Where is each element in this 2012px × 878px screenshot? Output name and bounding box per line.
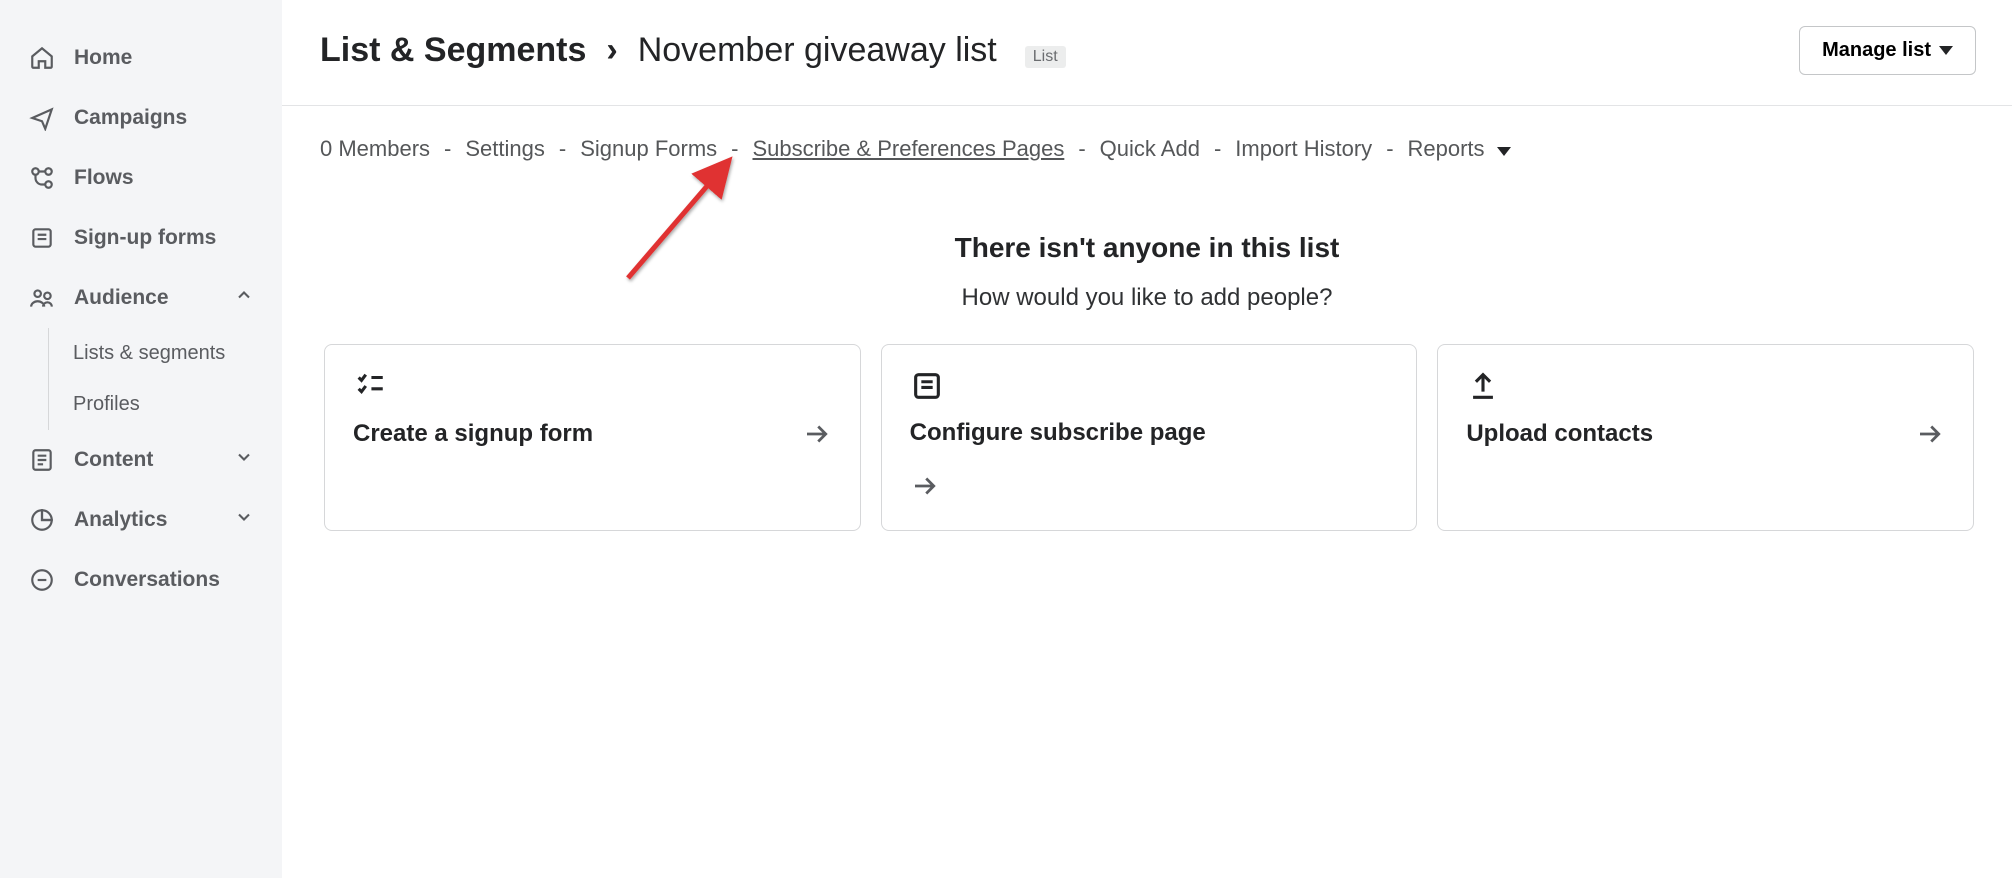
sidebar-item-lists-segments[interactable]: Lists & segments (49, 328, 282, 379)
sidebar-item-campaigns[interactable]: Campaigns (0, 88, 282, 148)
tab-separator: - (444, 136, 451, 162)
list-tabs: 0 Members - Settings - Signup Forms - Su… (282, 106, 2012, 162)
sidebar-item-label: Flows (74, 166, 134, 190)
content-icon (28, 446, 56, 474)
card-title: Configure subscribe page (910, 419, 1206, 446)
sidebar-item-label: Content (74, 448, 153, 472)
send-icon (28, 104, 56, 132)
card-upload-contacts[interactable]: Upload contacts (1437, 344, 1974, 531)
sidebar-item-label: Sign-up forms (74, 226, 216, 250)
caret-down-icon (1497, 147, 1511, 156)
tab-separator: - (1386, 136, 1393, 162)
upload-icon (1466, 369, 1500, 403)
page-header: List & Segments › November giveaway list… (282, 0, 2012, 106)
sidebar-item-label: Campaigns (74, 106, 187, 130)
sidebar-item-conversations[interactable]: Conversations (0, 550, 282, 610)
sidebar-item-audience[interactable]: Audience (0, 268, 282, 328)
manage-list-label: Manage list (1822, 39, 1931, 62)
tab-reports-label: Reports (1408, 136, 1485, 161)
tab-separator: - (559, 136, 566, 162)
sidebar-item-label: Lists & segments (73, 342, 225, 364)
sidebar-item-label: Audience (74, 286, 169, 310)
empty-state-title: There isn't anyone in this list (320, 232, 1974, 264)
flows-icon (28, 164, 56, 192)
breadcrumb-separator: › (606, 31, 617, 70)
breadcrumb: List & Segments › November giveaway list… (320, 31, 1066, 70)
analytics-icon (28, 506, 56, 534)
manage-list-button[interactable]: Manage list (1799, 26, 1976, 75)
chevron-up-icon (234, 285, 254, 311)
action-cards: Create a signup form Configure subscribe… (282, 312, 2012, 531)
chevron-down-icon (234, 447, 254, 473)
checklist-icon (353, 369, 387, 403)
sidebar-item-content[interactable]: Content (0, 430, 282, 490)
sidebar-item-label: Conversations (74, 568, 220, 592)
card-title: Upload contacts (1466, 420, 1653, 448)
sidebar: Home Campaigns Flows Sign-up forms Audie… (0, 0, 282, 878)
sidebar-item-label: Analytics (74, 508, 167, 532)
arrow-right-icon (1915, 419, 1945, 449)
sidebar-item-label: Profiles (73, 393, 140, 415)
card-title: Create a signup form (353, 420, 593, 448)
sidebar-item-home[interactable]: Home (0, 28, 282, 88)
tab-subscribe-preferences[interactable]: Subscribe & Preferences Pages (752, 136, 1064, 162)
tab-quick-add[interactable]: Quick Add (1100, 136, 1200, 162)
sidebar-item-flows[interactable]: Flows (0, 148, 282, 208)
breadcrumb-root[interactable]: List & Segments (320, 31, 586, 70)
tab-separator: - (731, 136, 738, 162)
form-icon (28, 224, 56, 252)
empty-state: There isn't anyone in this list How woul… (282, 162, 2012, 312)
tab-members[interactable]: 0 Members (320, 136, 430, 162)
tab-reports[interactable]: Reports (1408, 136, 1511, 162)
breadcrumb-leaf: November giveaway list (638, 31, 997, 70)
tab-import-history[interactable]: Import History (1235, 136, 1372, 162)
audience-icon (28, 284, 56, 312)
tab-signup-forms[interactable]: Signup Forms (580, 136, 717, 162)
chevron-down-icon (234, 507, 254, 533)
conversations-icon (28, 566, 56, 594)
tab-separator: - (1078, 136, 1085, 162)
sidebar-item-signup-forms[interactable]: Sign-up forms (0, 208, 282, 268)
sidebar-item-profiles[interactable]: Profiles (49, 379, 282, 430)
empty-state-subtitle: How would you like to add people? (320, 284, 1974, 312)
arrow-right-icon (910, 488, 940, 505)
card-configure-subscribe-page[interactable]: Configure subscribe page (881, 344, 1418, 531)
sidebar-item-label: Home (74, 46, 132, 70)
caret-down-icon (1939, 46, 1953, 55)
tab-settings[interactable]: Settings (465, 136, 545, 162)
sidebar-item-analytics[interactable]: Analytics (0, 490, 282, 550)
card-create-signup-form[interactable]: Create a signup form (324, 344, 861, 531)
audience-subnav: Lists & segments Profiles (48, 328, 282, 430)
main-content: List & Segments › November giveaway list… (282, 0, 2012, 878)
list-type-badge: List (1025, 46, 1066, 68)
tab-separator: - (1214, 136, 1221, 162)
home-icon (28, 44, 56, 72)
page-icon (910, 369, 944, 403)
arrow-right-icon (802, 419, 832, 449)
